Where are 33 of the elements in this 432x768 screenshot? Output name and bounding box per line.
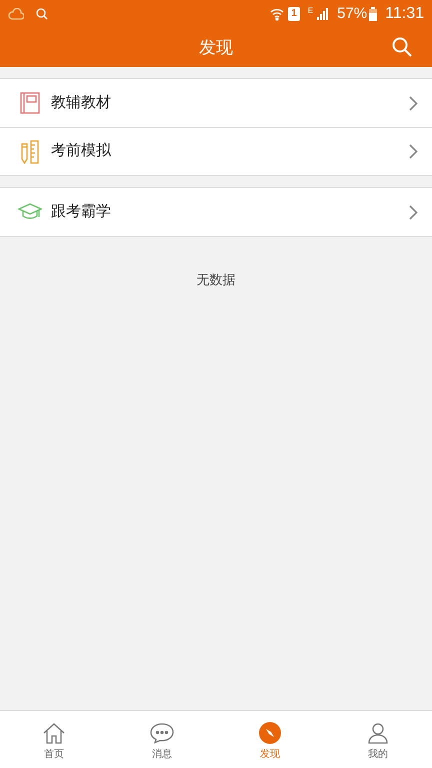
network-type: E — [308, 5, 314, 17]
menu-label: 教辅教材 — [51, 92, 112, 113]
book-icon — [20, 92, 40, 114]
graduation-cap-icon — [18, 203, 42, 221]
battery-icon — [369, 7, 378, 21]
pencil-ruler-icon — [20, 140, 40, 164]
search-icon — [392, 37, 412, 57]
wifi-icon — [270, 7, 284, 21]
chevron-right-icon — [409, 204, 418, 220]
menu-label: 跟考霸学 — [51, 202, 112, 222]
compass-icon — [259, 722, 281, 744]
menu-row[interactable]: 跟考霸学 — [0, 188, 432, 236]
nav-tab[interactable]: 发现 — [216, 711, 324, 768]
nav-tab[interactable]: 我的 — [324, 711, 432, 768]
page-title: 发现 — [199, 36, 233, 59]
chevron-right-icon — [409, 96, 418, 110]
signal-icon — [317, 8, 330, 20]
chat-bubble-icon — [149, 722, 175, 744]
nav-tab[interactable]: 首页 — [0, 711, 108, 768]
search-button[interactable] — [392, 37, 412, 57]
menu-row[interactable]: 教辅教材 — [0, 79, 432, 127]
home-icon — [42, 722, 66, 744]
menu-label: 考前模拟 — [51, 141, 112, 162]
battery-percent: 57% — [337, 4, 368, 24]
nav-tab[interactable]: 消息 — [108, 711, 216, 768]
menu-row[interactable]: 考前模拟 — [0, 127, 432, 175]
cloud-icon — [8, 8, 24, 20]
sim-indicator: 1 — [288, 7, 300, 21]
chevron-right-icon — [409, 144, 418, 159]
empty-message: 无数据 — [196, 271, 236, 289]
search-icon — [36, 8, 48, 20]
clock: 11:31 — [385, 4, 424, 24]
person-icon — [367, 722, 389, 744]
